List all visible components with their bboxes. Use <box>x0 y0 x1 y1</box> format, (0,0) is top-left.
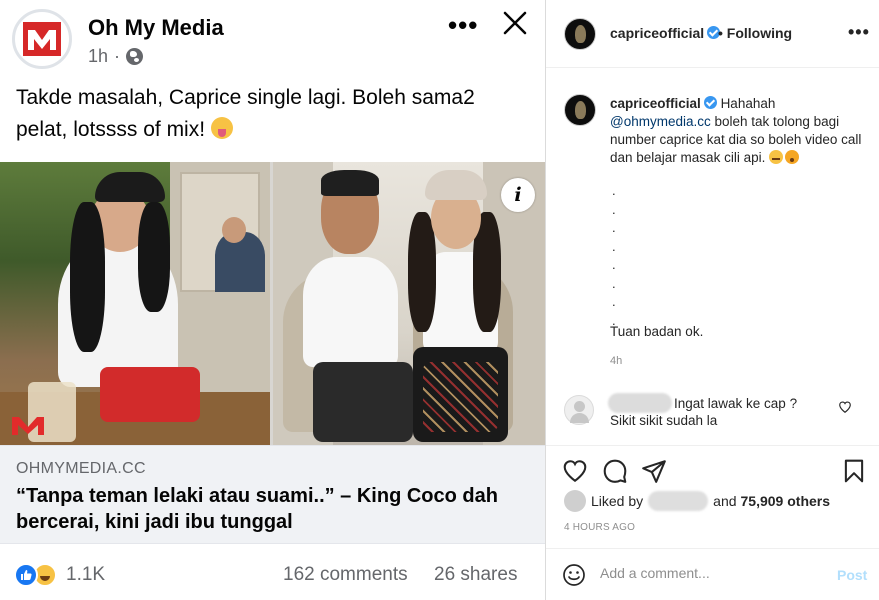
comment-like-heart-icon[interactable] <box>838 400 852 414</box>
ig-caption-dots: . . . . . . . . <box>612 182 616 330</box>
comment-text-line1: Ingat lawak ke cap ? <box>674 396 798 411</box>
liked-by-and: and <box>713 493 737 509</box>
caption-dot: . <box>612 220 616 235</box>
instagram-post: capriceofficial • Following ••• capriceo… <box>546 0 879 600</box>
photo-right: i <box>273 162 545 445</box>
caption-dot: . <box>612 275 616 291</box>
post-text: Takde masalah, Caprice single lagi. Bole… <box>16 82 526 146</box>
pouting-emoji-icon <box>785 150 800 164</box>
globe-icon <box>126 48 144 65</box>
comment-text-line2: Sikit sikit sudah la <box>610 413 718 428</box>
liker-name-blurred[interactable] <box>648 491 709 511</box>
ig-caption-avatar[interactable] <box>564 94 596 126</box>
meta-separator: · <box>114 46 121 66</box>
ig-caption-text-before: Hahahah <box>720 96 776 111</box>
liker-avatar[interactable] <box>564 490 586 512</box>
post-comment-button[interactable]: Post <box>837 567 867 583</box>
likes-count[interactable]: 75,909 others <box>741 493 831 509</box>
page-name[interactable]: Oh My Media <box>88 15 224 41</box>
expressionless-emoji-icon <box>769 150 784 164</box>
page-avatar[interactable] <box>12 9 72 69</box>
add-comment-bar: Post <box>546 548 879 600</box>
caption-dot: . <box>612 238 616 254</box>
bookmark-icon[interactable] <box>841 458 867 484</box>
ig-mention-link[interactable]: @ohmymedia.cc <box>610 114 711 129</box>
post-footer: 1.1K 162 comments 26 shares <box>0 543 545 600</box>
ig-caption: capriceofficial Hahahah @ohmymedia.cc bo… <box>610 95 865 167</box>
squinting-tongue-emoji-icon <box>210 117 233 139</box>
reaction-count[interactable]: 1.1K <box>66 564 105 586</box>
photo-left <box>0 162 270 445</box>
link-preview-image[interactable]: i <box>0 162 545 445</box>
post-meta: 1h · <box>88 46 144 67</box>
oh-my-media-logo-icon <box>23 22 61 56</box>
ig-author-username-row: capriceofficial <box>610 25 721 41</box>
ig-author-username[interactable]: capriceofficial <box>610 25 704 41</box>
link-headline[interactable]: “Tanpa teman lelaki atau suami..” – King… <box>16 483 531 535</box>
post-time[interactable]: 1h <box>88 46 108 67</box>
thumbs-up-icon <box>21 570 32 580</box>
verified-badge-icon <box>703 96 717 109</box>
ig-post-header: capriceofficial • Following ••• <box>546 0 879 68</box>
caption-dot: . <box>612 201 616 217</box>
comments-count[interactable]: 162 comments <box>283 564 408 586</box>
link-domain: OHMYMEDIA.CC <box>16 460 146 477</box>
following-button[interactable]: • Following <box>718 25 792 41</box>
caption-dot: . <box>612 294 616 309</box>
post-text-body: Takde masalah, Caprice single lagi. Bole… <box>16 86 475 141</box>
more-options-icon[interactable]: ••• <box>448 10 478 41</box>
facebook-post: Oh My Media 1h · ••• Takde masalah, Capr… <box>0 0 545 600</box>
heart-icon[interactable] <box>562 458 588 484</box>
send-icon[interactable] <box>641 458 667 484</box>
liked-by-prefix: Liked by <box>591 493 644 509</box>
commenter-name-blurred[interactable] <box>608 393 672 413</box>
more-options-icon[interactable]: ••• <box>848 22 870 43</box>
link-preview[interactable]: OHMYMEDIA.CC “Tanpa teman lelaki atau su… <box>0 445 545 543</box>
ig-caption-closing: Tuan badan ok. <box>610 324 704 339</box>
like-reaction-icon[interactable] <box>14 563 38 587</box>
info-icon[interactable]: i <box>501 178 535 212</box>
caption-dot: . <box>612 183 616 198</box>
ig-action-bar <box>546 445 879 495</box>
close-icon[interactable] <box>500 8 530 38</box>
smiley-icon[interactable] <box>562 563 586 587</box>
caption-dot: . <box>612 257 616 272</box>
add-comment-input[interactable] <box>600 565 820 581</box>
commenter-avatar[interactable] <box>564 395 594 425</box>
ig-caption-emojis <box>769 150 800 164</box>
liked-by-row: Liked by and 75,909 others <box>564 490 830 512</box>
ig-caption-username[interactable]: capriceofficial <box>610 96 701 111</box>
oh-my-media-watermark-icon <box>12 417 44 435</box>
shares-count[interactable]: 26 shares <box>434 564 517 586</box>
comment-icon[interactable] <box>602 458 628 484</box>
ig-author-avatar[interactable] <box>564 18 596 50</box>
ig-post-timestamp[interactable]: 4 HOURS AGO <box>564 522 635 533</box>
ig-caption-time[interactable]: 4h <box>610 355 622 367</box>
